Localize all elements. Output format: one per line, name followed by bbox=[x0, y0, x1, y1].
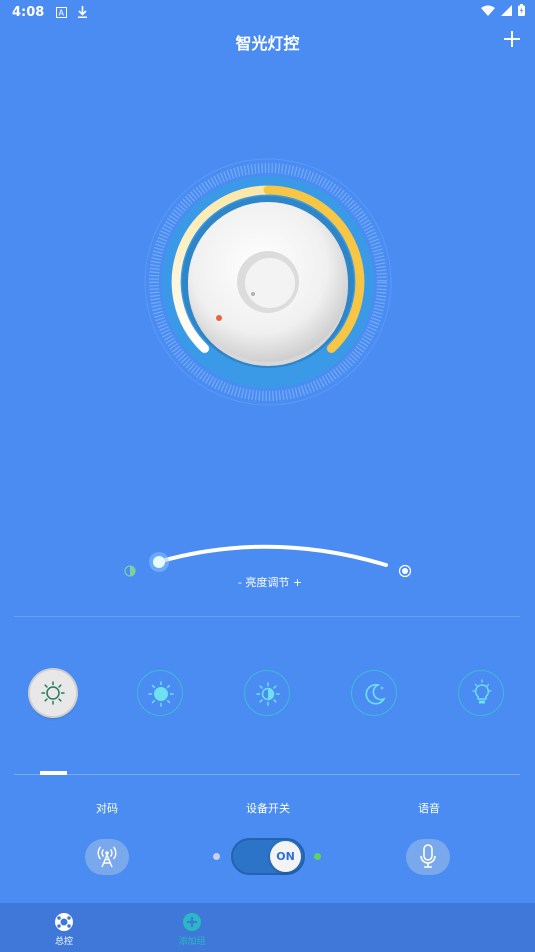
mode-sun-outline[interactable] bbox=[30, 670, 76, 716]
bottom-nav: 总控 添加组 bbox=[0, 903, 535, 952]
mode-sun-filled[interactable] bbox=[137, 670, 183, 716]
bulb-icon bbox=[472, 679, 492, 704]
slider-thumb[interactable] bbox=[149, 552, 169, 572]
plus-icon bbox=[504, 31, 520, 47]
status-time: 4:08 bbox=[12, 4, 45, 20]
voice-button[interactable] bbox=[406, 839, 450, 875]
toggle-knob: ON bbox=[270, 841, 301, 872]
divider bbox=[14, 774, 520, 775]
power-toggle[interactable]: ON bbox=[231, 838, 305, 875]
sun-filled-icon bbox=[148, 681, 174, 707]
title-bar: 智光灯控 bbox=[0, 24, 535, 56]
on-indicator bbox=[314, 853, 321, 860]
divider bbox=[14, 616, 520, 617]
battery-icon bbox=[518, 4, 525, 20]
mode-sun-half[interactable] bbox=[244, 670, 290, 716]
nav-add-group-label: 添加组 bbox=[178, 937, 206, 947]
wifi-icon bbox=[481, 5, 495, 20]
microphone-icon bbox=[420, 844, 436, 868]
signal-icon bbox=[501, 4, 512, 20]
brightness-dial[interactable] bbox=[144, 158, 392, 406]
mode-selector bbox=[0, 670, 535, 718]
a-icon: A bbox=[56, 6, 68, 18]
brightness-label: - 亮度调节 + bbox=[237, 576, 303, 589]
svg-text:A: A bbox=[59, 8, 65, 17]
voice-label: 语音 bbox=[418, 802, 440, 815]
control-icon bbox=[55, 913, 73, 931]
pair-label: 对码 bbox=[96, 802, 118, 815]
power-label: 设备开关 bbox=[246, 802, 290, 815]
nav-control-label: 总控 bbox=[54, 937, 73, 947]
status-bar: 4:08 A bbox=[0, 0, 535, 24]
moon-icon bbox=[365, 683, 386, 705]
off-indicator bbox=[213, 853, 220, 860]
mode-bulb[interactable] bbox=[458, 670, 504, 716]
sun-half-icon bbox=[256, 682, 280, 706]
antenna-icon bbox=[97, 846, 117, 868]
nav-add-group[interactable]: 添加组 bbox=[152, 903, 232, 952]
sun-outline-icon bbox=[41, 681, 65, 705]
pair-button[interactable] bbox=[85, 839, 129, 875]
add-button[interactable] bbox=[501, 28, 523, 50]
mode-moon[interactable] bbox=[351, 670, 397, 716]
nav-control[interactable]: 总控 bbox=[24, 903, 104, 952]
page-title: 智光灯控 bbox=[235, 34, 300, 53]
download-icon bbox=[77, 6, 88, 18]
add-circle-icon bbox=[183, 913, 201, 931]
